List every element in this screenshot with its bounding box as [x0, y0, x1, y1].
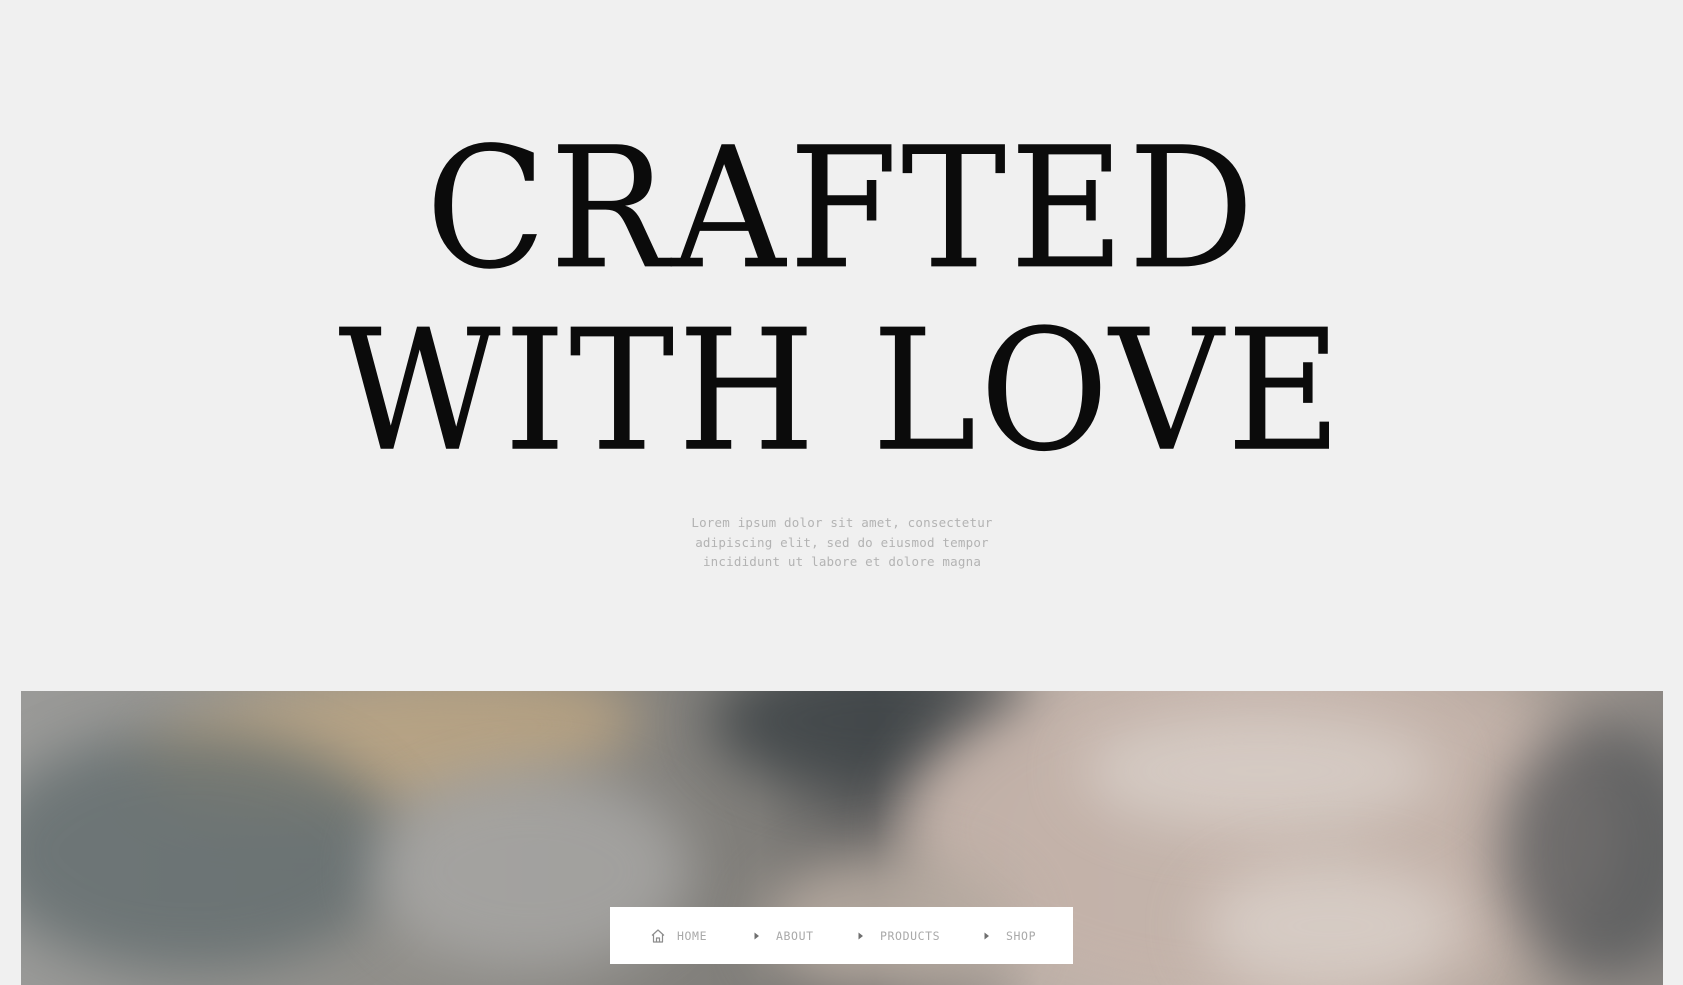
- nav-item-home[interactable]: HOME: [650, 926, 707, 946]
- hero-description-line-1: Lorem ipsum dolor sit amet, consectetur: [691, 515, 993, 530]
- nav-item-shop[interactable]: SHOP: [983, 926, 1036, 946]
- hero-title-line-2: WITH LOVE: [338, 293, 1345, 489]
- photo-shape: [1081, 711, 1441, 831]
- nav-item-shop-label: SHOP: [1006, 929, 1037, 943]
- hero-description-line-2: adipiscing elit, sed do eiusmod tempor: [695, 534, 989, 550]
- home-icon: [651, 929, 665, 943]
- nav-item-products[interactable]: PRODUCTS: [857, 926, 940, 946]
- caret-right-icon: [984, 932, 989, 940]
- nav-item-products-label: PRODUCTS: [880, 929, 941, 943]
- hero-description: Lorem ipsum dolor sit amet, consectetur …: [641, 513, 1043, 572]
- nav-item-home-label: HOME: [677, 929, 708, 943]
- main-navigation: HOME ABOUT PRODUCTS SHOP: [610, 907, 1073, 964]
- nav-item-about[interactable]: ABOUT: [753, 926, 814, 946]
- hero-description-line-3: incididunt ut labore et dolore magna: [702, 554, 982, 569]
- caret-right-icon: [858, 932, 863, 940]
- hero-title: CRAFTED WITH LOVE: [0, 118, 1683, 483]
- photo-shape: [1201, 861, 1461, 985]
- nav-item-about-label: ABOUT: [776, 929, 814, 943]
- caret-right-icon: [754, 932, 759, 940]
- hero-title-line-1: CRAFTED: [425, 111, 1258, 307]
